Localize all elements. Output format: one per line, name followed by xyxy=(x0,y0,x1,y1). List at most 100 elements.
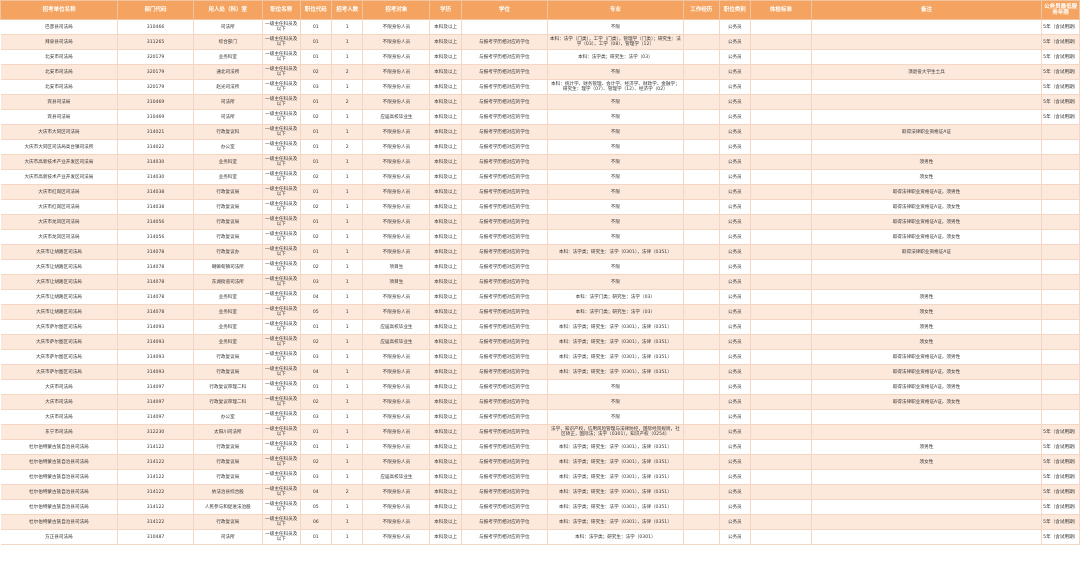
table-cell: 01 xyxy=(300,244,333,260)
table-cell: 本科：法学类；研究生：法学（0301），法律（0351） xyxy=(547,319,684,335)
table-cell: 杜尔伯特蒙古族自治县司法局 xyxy=(0,454,119,470)
table-cell: 04 xyxy=(300,289,333,305)
table-cell xyxy=(683,439,720,455)
table-cell: 一级主任科员及以下 xyxy=(262,169,301,185)
table-cell xyxy=(750,169,812,185)
table-cell xyxy=(683,484,720,500)
table-cell: 1 xyxy=(331,49,364,65)
table-cell: 杜尔伯特蒙古族自治县司法局 xyxy=(0,499,119,515)
table-cell: 行政复议局 xyxy=(193,349,263,365)
table-cell: 不限身份人员 xyxy=(362,394,431,410)
table-cell: 本科：法学类；研究生：法学（0301），法律（0351） xyxy=(547,514,684,530)
table-cell: 公务员 xyxy=(719,184,751,200)
table-cell: 不限 xyxy=(547,184,684,200)
table-cell: 一级主任科员及以下 xyxy=(262,424,301,440)
table-cell: 公务员 xyxy=(719,79,751,95)
table-cell xyxy=(683,274,720,290)
table-cell: 行政复议科 xyxy=(193,124,263,140)
table-cell: 一级主任科员及以下 xyxy=(262,394,301,410)
table-cell xyxy=(683,184,720,200)
table-cell: 须男性 xyxy=(811,289,1043,305)
table-cell: 东宁市司法局 xyxy=(0,424,119,440)
table-cell: 320179 xyxy=(117,49,194,65)
table-cell xyxy=(1041,124,1080,140)
table-cell: 01 xyxy=(300,139,333,155)
table-cell: 不限身份人员 xyxy=(362,529,431,545)
table-cell: 314122 xyxy=(117,439,194,455)
table-cell: 本科及以上 xyxy=(429,289,462,305)
column-header: 体检标准 xyxy=(749,0,812,20)
table-cell: 02 xyxy=(300,64,333,80)
table-cell: 不限身份人员 xyxy=(362,424,431,440)
table-cell: 不限身份人员 xyxy=(362,154,431,170)
table-cell: 1 xyxy=(331,499,364,515)
table-cell: 不限身份人员 xyxy=(362,169,431,185)
table-cell: 本科：法学类；研究生：法学（0301） xyxy=(547,529,684,545)
table-cell: 本科及以上 xyxy=(429,19,462,35)
table-cell: 01 xyxy=(300,379,333,395)
table-row: 大庆市让胡路区司法局 314078 业务科室 一级主任科员及以下 05 1 不限身份人员 本科… xyxy=(0,304,1080,320)
table-cell: 本科及以上 xyxy=(429,259,462,275)
table-cell: 公务员 xyxy=(719,409,751,425)
table-cell xyxy=(683,289,720,305)
table-cell xyxy=(1041,259,1080,275)
table-cell: 1 xyxy=(331,424,364,440)
table-cell: 与报考学历相对应的学位 xyxy=(461,469,548,485)
table-cell xyxy=(683,19,720,35)
table-cell: 宾县司法局 xyxy=(0,94,119,110)
table-cell: 办公室 xyxy=(193,409,263,425)
table-cell: 314122 xyxy=(117,454,194,470)
table-cell: 320179 xyxy=(117,64,194,80)
table-header: 招考单位名称 部门代码 用人处（科）室 职位名称 职位代码 招考人数 招考对象 学历 学位 专业工… xyxy=(0,0,1080,20)
table-cell: 公务员 xyxy=(719,469,751,485)
table-cell xyxy=(750,64,812,80)
table-cell: 本科及以上 xyxy=(429,379,462,395)
table-cell: 业务科室 xyxy=(193,319,263,335)
table-cell xyxy=(811,49,1043,65)
table-cell xyxy=(750,244,812,260)
table-cell: 不限 xyxy=(547,124,684,140)
table-cell: 不限身份人员 xyxy=(362,454,431,470)
table-cell: 行政复议局 xyxy=(193,439,263,455)
table-cell: 本科及以上 xyxy=(429,169,462,185)
table-cell xyxy=(750,19,812,35)
table-cell xyxy=(811,94,1043,110)
table-cell: 本科：法学类；研究生：法学（0301），法律（0351） xyxy=(547,484,684,500)
table-cell: 不限身份人员 xyxy=(362,139,431,155)
table-cell: 314097 xyxy=(117,394,194,410)
table-cell: 方正县司法局 xyxy=(0,529,119,545)
table-cell: 行政复议审理二科 xyxy=(193,379,263,395)
table-cell: 本科及以上 xyxy=(429,334,462,350)
table-cell: 本科：统计学、财务管理、会计学、经济学、财政学、金融学；研究生：理学（07）、管… xyxy=(547,79,684,95)
table-cell: 314030 xyxy=(117,169,194,185)
table-cell: 本科及以上 xyxy=(429,64,462,80)
table-cell: 司法所 xyxy=(193,529,263,545)
table-cell: 公务员 xyxy=(719,379,751,395)
table-cell xyxy=(750,79,812,95)
table-cell xyxy=(750,484,812,500)
table-cell: 本科：法学门类；研究生：法学（03） xyxy=(547,304,684,320)
table-cell: 不限身份人员 xyxy=(362,499,431,515)
table-cell: 大庆市司法局 xyxy=(0,409,119,425)
table-cell: 业务科室 xyxy=(193,169,263,185)
table-cell xyxy=(683,469,720,485)
table-cell: 314030 xyxy=(117,154,194,170)
table-cell: 2 xyxy=(331,94,364,110)
table-cell xyxy=(1041,184,1080,200)
table-cell: 一级主任科员及以下 xyxy=(262,34,301,50)
table-cell xyxy=(683,529,720,545)
table-cell: 公务员 xyxy=(719,424,751,440)
table-cell: 314093 xyxy=(117,319,194,335)
column-header: 专业 xyxy=(546,0,684,20)
table-cell: 03 xyxy=(300,469,333,485)
table-cell xyxy=(750,214,812,230)
table-cell: 一级主任科员及以下 xyxy=(262,214,301,230)
table-cell: 宾县司法局 xyxy=(0,109,119,125)
table-cell xyxy=(811,109,1043,125)
table-cell: 本科及以上 xyxy=(429,394,462,410)
table-cell: 与报考学历相对应的学位 xyxy=(461,319,548,335)
table-cell: 314038 xyxy=(117,184,194,200)
table-cell: 司法所 xyxy=(193,94,263,110)
table-cell xyxy=(750,229,812,245)
table-cell: 不限身份人员 xyxy=(362,289,431,305)
